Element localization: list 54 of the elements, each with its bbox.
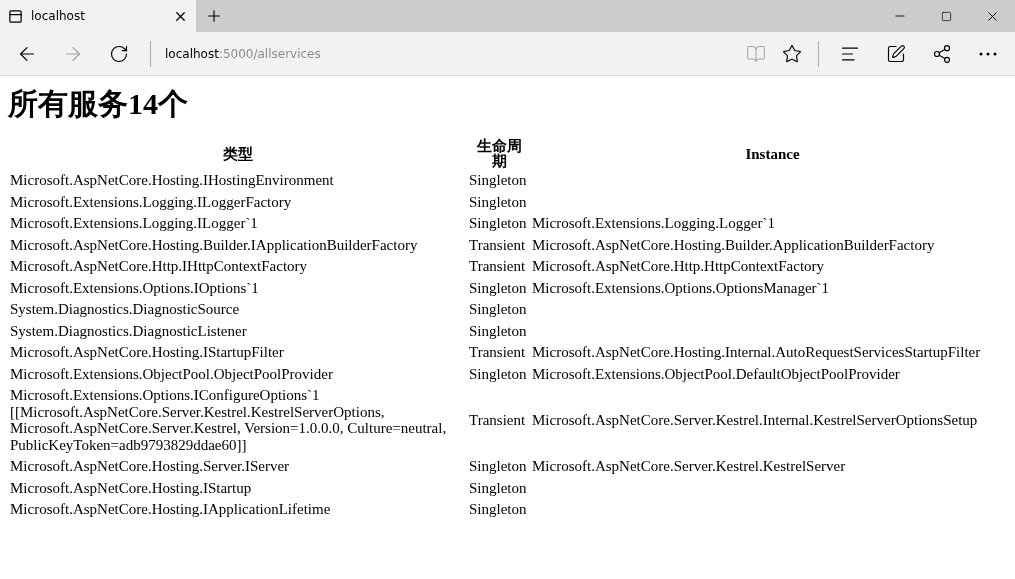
type-cell-text: Microsoft.AspNetCore.Hosting.Server.IServer [9,457,291,476]
instance-cell-text: Microsoft.AspNetCore.Server.Kestrel.Internal.KestrelServerOptionsSetup [531,410,979,430]
instance-cell-text: Microsoft.Extensions.ObjectPool.DefaultObjectPoolProvider [531,364,901,384]
lifetime-cell-text: Singleton [468,171,528,190]
plus-icon [205,7,223,25]
maximize-icon [940,10,952,22]
lifetime-cell-text: Transient [468,257,527,276]
lifetime-cell-text: Singleton [468,278,528,298]
more-icon [979,51,997,56]
url-host: localhost [165,46,219,61]
book-icon [746,43,766,64]
column-header: Instance [744,144,801,164]
address-field[interactable]: localhost:5000/allservices [159,46,327,61]
lifetime-cell-text: Transient [468,235,527,255]
lifetime-cell-text: Transient [468,343,527,362]
instance-cell-text: Microsoft.AspNetCore.Hosting.Internal.AutoRequestServicesStartupFilter [531,343,982,362]
type-cell-text: Microsoft.AspNetCore.Hosting.IStartup [9,478,253,498]
tab-page-icon [8,8,23,24]
lifetime-cell-text: Singleton [468,321,528,341]
type-cell-text: Microsoft.AspNetCore.Http.IHttpContextFactory [9,257,309,276]
lifetime-cell-text: Transient [468,410,527,430]
browser-tab[interactable]: localhost [0,0,196,32]
type-cell-text: Microsoft.Extensions.Options.IConfigureOptions`1 [[Microsoft.AspNetCore.Server.Kestrel.KestrelServerOptions, Microsoft.AspNetCore.Server.Kestrel, Version=1.0.0.0, Culture=neutral, PublicKeyToken=adb9793829ddae60]] [9,386,448,455]
instance-cell-text: Microsoft.Extensions.Logging.Logger`1 [531,214,776,233]
instance-cell-text: Microsoft.AspNetCore.Http.HttpContextFactory [531,257,826,276]
lifetime-cell-text: Singleton [468,300,528,319]
type-cell-text: Microsoft.Extensions.ObjectPool.ObjectPoolProvider [9,364,334,384]
type-cell-text: System.Diagnostics.DiagnosticListener [9,321,248,341]
type-cell-text: Microsoft.AspNetCore.Hosting.Builder.IApplicationBuilderFactory [9,235,419,255]
star-icon [782,43,802,64]
lifetime-cell-text: Singleton [468,214,528,233]
instance-cell-text: Microsoft.Extensions.Options.OptionsManager`1 [531,278,831,298]
type-cell-text: Microsoft.AspNetCore.Hosting.IHostingEnvironment [9,171,335,190]
type-cell-text: Microsoft.AspNetCore.Hosting.IApplicationLifetime [9,500,332,519]
tab-title: localhost [31,9,86,23]
pen-square-icon [886,43,906,64]
url-path: :5000/allservices [218,46,321,61]
type-cell-text: Microsoft.Extensions.Logging.ILoggerFactory [9,192,293,212]
lifetime-cell-text: Singleton [468,364,528,384]
page-heading: 所有服务14个 [8,86,189,122]
lifetime-cell-text: Singleton [468,500,528,519]
instance-cell-text: Microsoft.AspNetCore.Server.Kestrel.KestrelServer [531,457,847,476]
share-icon [932,43,952,64]
lifetime-cell-text: Singleton [468,192,528,212]
type-cell-text: System.Diagnostics.DiagnosticSource [9,300,241,319]
lifetime-cell-text: Singleton [468,478,528,498]
refresh-icon [109,43,129,64]
type-cell-text: Microsoft.Extensions.Options.IOptions`1 [9,278,260,298]
column-header: 生命周期 [475,139,523,169]
instance-cell-text: Microsoft.AspNetCore.Hosting.Builder.ApplicationBuilderFactory [531,235,936,255]
type-cell-text: Microsoft.Extensions.Logging.ILogger`1 [9,214,259,233]
column-header: 类型 [222,144,254,164]
type-cell-text: Microsoft.AspNetCore.Hosting.IStartupFilter [9,343,285,362]
lifetime-cell-text: Singleton [468,457,528,476]
